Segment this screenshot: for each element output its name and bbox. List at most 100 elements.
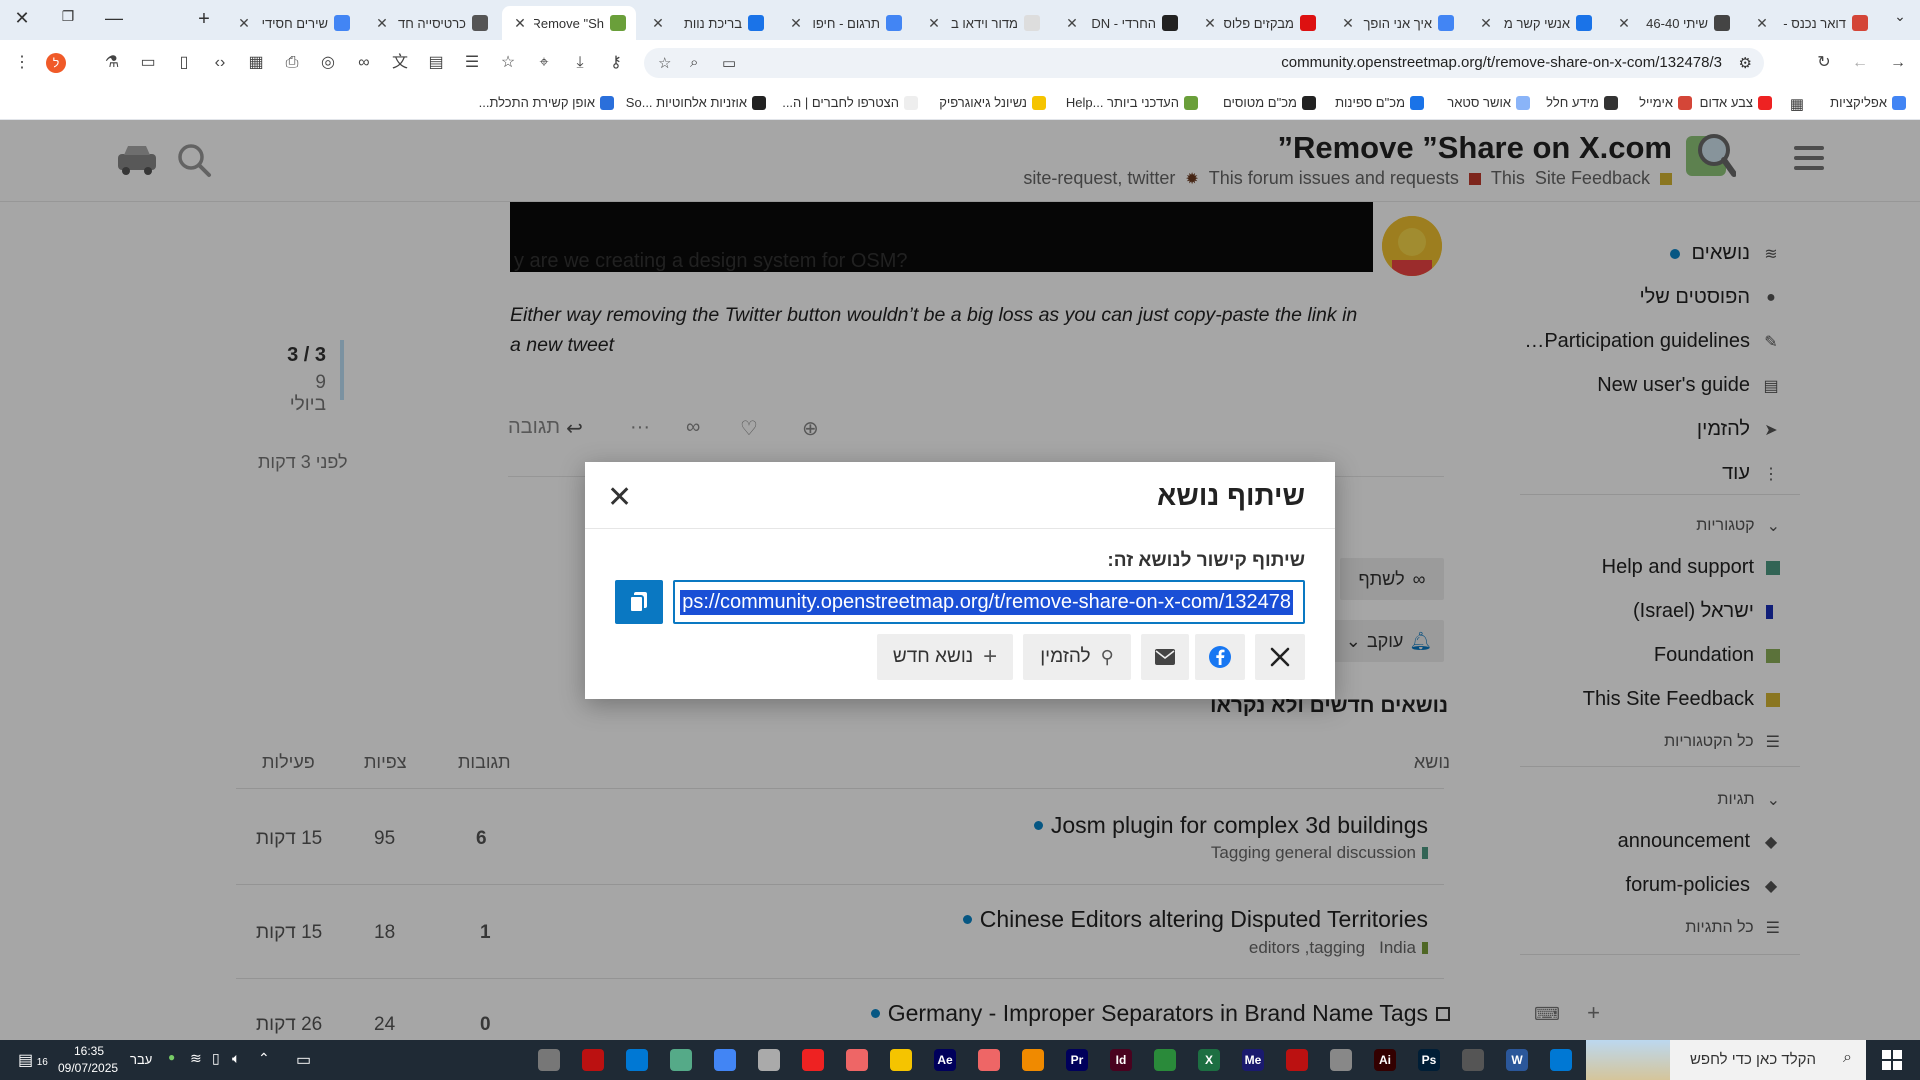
tab-close-icon[interactable]: ✕: [788, 15, 804, 32]
new-topic-button[interactable]: + נושא חדש: [877, 634, 1013, 680]
print-icon[interactable]: ⎙: [282, 53, 302, 73]
taskbar-app-icon[interactable]: [978, 1049, 1000, 1071]
minimize-window-button[interactable]: —: [102, 8, 126, 29]
tray-app-icon[interactable]: ●: [168, 1050, 175, 1064]
tab-close-icon[interactable]: ✕: [1754, 15, 1770, 32]
copy-link-button[interactable]: [615, 580, 663, 624]
card-icon[interactable]: ▭: [138, 53, 158, 73]
profile-avatar[interactable]: ל: [46, 53, 66, 73]
reload-icon[interactable]: ↻: [1814, 53, 1834, 73]
taskbar-app-icon[interactable]: [890, 1049, 912, 1071]
forward-icon[interactable]: ←: [1850, 53, 1870, 73]
task-view-icon[interactable]: ▭: [296, 1050, 311, 1070]
taskbar-app-icon[interactable]: [1330, 1049, 1352, 1071]
share-facebook-button[interactable]: [1195, 634, 1245, 680]
translate-icon[interactable]: 文: [390, 53, 410, 73]
windows-start-icon[interactable]: [1882, 1050, 1902, 1070]
bookmark-star-icon[interactable]: ☆: [658, 54, 671, 72]
share-email-button[interactable]: [1141, 634, 1189, 680]
taskbar-app-icon[interactable]: [1286, 1049, 1308, 1071]
taskbar-app-icon[interactable]: [758, 1049, 780, 1071]
browser-tab[interactable]: שיתי 46-40 ✕: [1606, 6, 1740, 40]
taskbar-app-icon[interactable]: Ai: [1374, 1049, 1396, 1071]
browser-tab[interactable]: מבקזים פלוס ✕: [1192, 6, 1326, 40]
volume-icon[interactable]: 🔈︎: [232, 1050, 240, 1067]
notification-center[interactable]: ▤ 16: [18, 1050, 48, 1070]
bookmark-item[interactable]: הצטרפו לחברים | ה...: [782, 95, 918, 110]
menu-dots-icon[interactable]: ⋮: [12, 53, 32, 73]
tab-search-button[interactable]: ⌄: [1888, 8, 1912, 25]
location-icon[interactable]: ⌖: [534, 53, 554, 73]
taskbar-app-icon[interactable]: Me: [1242, 1049, 1264, 1071]
reader-icon[interactable]: ▤: [426, 53, 446, 73]
restore-window-button[interactable]: ❐: [56, 8, 80, 25]
language-indicator[interactable]: עבר: [130, 1052, 152, 1067]
taskbar-app-icon[interactable]: Pr: [1066, 1049, 1088, 1071]
browser-tab[interactable]: החרדי - DN ✕: [1054, 6, 1188, 40]
tab-close-icon[interactable]: ✕: [374, 15, 390, 32]
taskbar-app-icon[interactable]: Id: [1110, 1049, 1132, 1071]
grid-icon[interactable]: ▦: [1790, 95, 1804, 113]
tab-close-icon[interactable]: ✕: [1202, 15, 1218, 32]
taskbar-app-icon[interactable]: [714, 1049, 736, 1071]
bookmark-item[interactable]: מידע חלל: [1546, 95, 1618, 110]
browser-tab[interactable]: איך אני הופך ✕: [1330, 6, 1464, 40]
address-bar[interactable]: ☆ ⌕ ▭ community.openstreetmap.org/t/remo…: [644, 48, 1764, 78]
bookmark-item[interactable]: אפליקציות: [1830, 95, 1906, 110]
bookmark-item[interactable]: העדכני ביותר ...Help: [1066, 95, 1198, 110]
extension-icon[interactable]: ⚗: [102, 53, 122, 73]
taskbar-app-icon[interactable]: [670, 1049, 692, 1071]
browser-tab[interactable]: שירים חסידי ✕: [226, 6, 360, 40]
notes-icon[interactable]: ☰: [462, 53, 482, 73]
url-text[interactable]: community.openstreetmap.org/t/remove-sha…: [1281, 54, 1722, 71]
site-settings-icon[interactable]: ⚙: [1739, 54, 1752, 72]
new-tab-button[interactable]: +: [192, 8, 216, 31]
bookmark-item[interactable]: אושר סטאר: [1447, 95, 1530, 110]
browser-tab[interactable]: מדור וידאו ב ✕: [916, 6, 1050, 40]
tab-close-icon[interactable]: ✕: [1616, 15, 1632, 32]
tab-close-icon[interactable]: ✕: [236, 15, 252, 32]
tab-close-icon[interactable]: ✕: [1340, 15, 1356, 32]
browser-tab[interactable]: דואר נכנס - ✕: [1744, 6, 1878, 40]
tab-close-icon[interactable]: ✕: [650, 15, 666, 32]
taskbar-app-icon[interactable]: [1022, 1049, 1044, 1071]
taskbar-app-icon[interactable]: [1154, 1049, 1176, 1071]
code-icon[interactable]: ‹›: [210, 53, 230, 73]
share-url-input[interactable]: ps://community.openstreetmap.org/t/remov…: [673, 580, 1305, 624]
tab-close-icon[interactable]: ✕: [1478, 15, 1494, 32]
taskbar-app-icon[interactable]: [1462, 1049, 1484, 1071]
clock-time[interactable]: 16:35: [74, 1044, 104, 1058]
browser-tab[interactable]: אנשי קשר מ ✕: [1468, 6, 1602, 40]
bookmark-item[interactable]: מכ"ם ספינות: [1335, 95, 1424, 110]
browser-tab[interactable]: בריכת נוות ✕: [640, 6, 774, 40]
taskbar-app-icon[interactable]: [582, 1049, 604, 1071]
browser-tab[interactable]: תרגום - חיפו ✕: [778, 6, 912, 40]
invite-button[interactable]: ⚲ להזמין: [1023, 634, 1131, 680]
taskbar-app-icon[interactable]: [538, 1049, 560, 1071]
bookmark-item[interactable]: אופן קשירת התכלת...: [479, 95, 614, 110]
zoom-icon[interactable]: ⌕: [690, 54, 698, 71]
taskbar-app-icon[interactable]: [846, 1049, 868, 1071]
bookmark-item[interactable]: מכ"ם מטוסים: [1223, 95, 1316, 110]
key-icon[interactable]: ⚷: [606, 53, 626, 73]
bookmark-item[interactable]: צבע אדום: [1700, 95, 1772, 110]
battery-icon[interactable]: ▯: [212, 1050, 220, 1067]
link-icon[interactable]: ∞: [354, 53, 374, 73]
devices-icon[interactable]: ▯: [174, 53, 194, 73]
taskbar-app-icon[interactable]: [802, 1049, 824, 1071]
taskbar-app-icon[interactable]: W: [1506, 1049, 1528, 1071]
download-icon[interactable]: ⤓: [570, 53, 590, 73]
share-x-button[interactable]: [1255, 634, 1305, 680]
bookmark-item[interactable]: אימייל: [1639, 95, 1692, 110]
browser-tab-active[interactable]: Remove "Sh ✕: [502, 6, 636, 40]
table-icon[interactable]: ▦: [246, 53, 266, 73]
taskbar-app-icon[interactable]: [1550, 1049, 1572, 1071]
bookmark-item[interactable]: אוזניות אלחוטיות ...So: [626, 95, 766, 110]
wifi-icon[interactable]: ≋: [190, 1050, 202, 1067]
clock-date[interactable]: 09/07/2025: [58, 1061, 118, 1075]
tab-close-icon[interactable]: ✕: [926, 15, 942, 32]
taskbar-app-icon[interactable]: X: [1198, 1049, 1220, 1071]
chevron-up-icon[interactable]: ⌃: [258, 1050, 270, 1067]
tab-close-icon[interactable]: ✕: [1064, 15, 1080, 32]
taskbar-app-icon[interactable]: [626, 1049, 648, 1071]
